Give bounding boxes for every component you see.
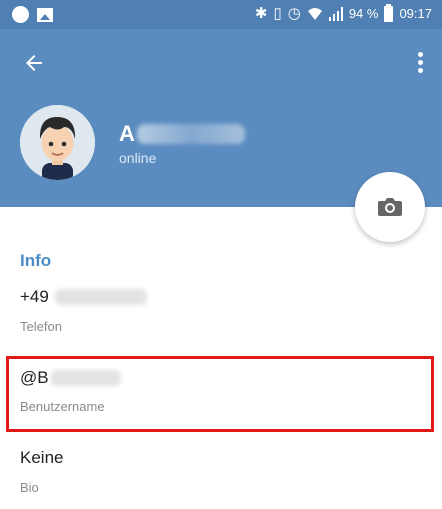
arrow-left-icon[interactable] — [22, 51, 46, 75]
circle-notification-icon — [12, 6, 29, 23]
blurred-phone — [54, 289, 147, 305]
highlight-box — [6, 356, 434, 432]
bio-label: Bio — [20, 480, 39, 495]
status-bar: ✱ ▯ ◷ 94 % 09:17 — [0, 0, 442, 29]
blurred-name — [136, 124, 245, 144]
more-vertical-icon[interactable] — [418, 52, 424, 74]
phone-prefix: +49 — [20, 287, 49, 306]
profile-name-initial: A — [119, 121, 135, 146]
vibrate-icon: ▯ — [273, 5, 282, 22]
status-time: 09:17 — [399, 6, 432, 21]
profile-name: A — [119, 121, 245, 147]
phone-value[interactable]: +49 — [20, 287, 147, 307]
info-section-title: Info — [20, 251, 52, 270]
bluetooth-icon: ✱ — [254, 5, 268, 22]
bio-value[interactable]: Keine — [20, 448, 63, 468]
camera-button[interactable] — [355, 172, 425, 242]
battery-percent: 94 % — [348, 6, 379, 21]
battery-icon — [384, 3, 394, 22]
signal-icon — [328, 6, 343, 21]
image-notification-icon — [37, 7, 53, 22]
phone-label: Telefon — [20, 319, 62, 334]
wifi-icon — [307, 7, 322, 20]
avatar[interactable] — [20, 105, 95, 180]
alarm-icon: ◷ — [287, 5, 301, 22]
camera-icon — [378, 198, 402, 216]
status-text: online — [119, 150, 157, 166]
avatar-illustration — [20, 105, 95, 180]
